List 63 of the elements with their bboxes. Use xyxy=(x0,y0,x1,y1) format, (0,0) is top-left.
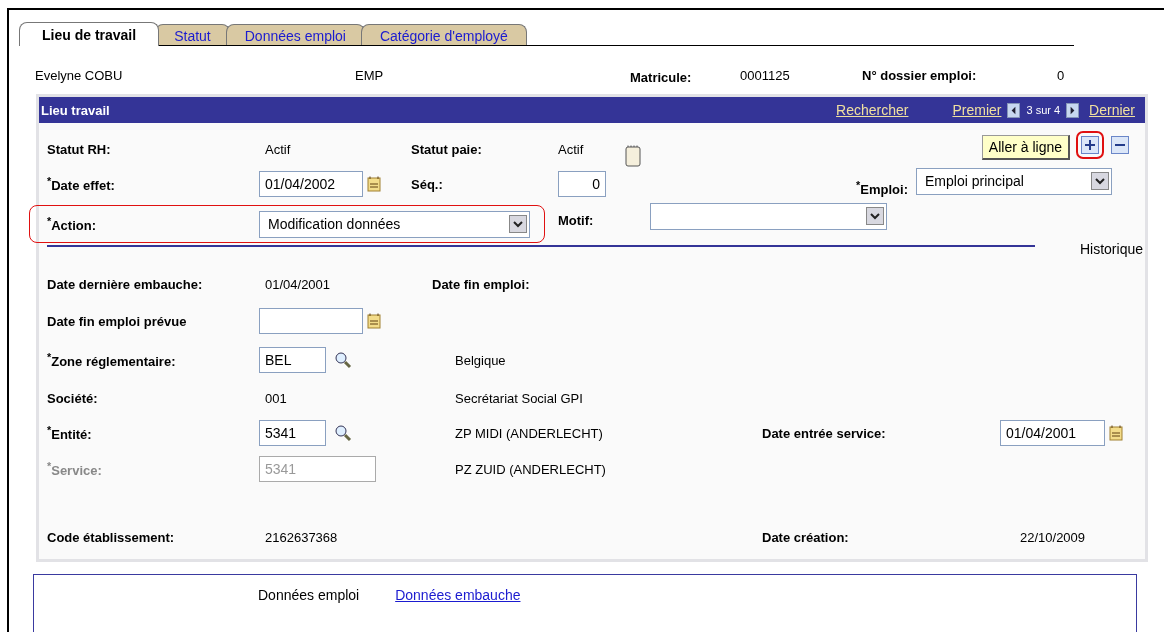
field-label: Date fin emploi prévue xyxy=(47,313,188,329)
date-field[interactable]: 01/04/2001 xyxy=(1000,420,1105,446)
field-label: Date dernière embauche: xyxy=(47,276,204,292)
dossier-label: N° dossier emploi: xyxy=(862,68,977,83)
reason-dropdown[interactable] xyxy=(650,202,887,230)
field-value: 22/10/2009 xyxy=(1020,529,1086,545)
action-dropdown[interactable]: Modification données xyxy=(259,210,530,238)
row-position: 3 sur 4 xyxy=(1026,104,1061,116)
delete-row-icon[interactable] xyxy=(1110,135,1130,155)
current-page-label: Données emploi xyxy=(258,587,360,603)
job-dropdown[interactable]: Emploi principal xyxy=(916,167,1112,195)
matricule-label: Matricule: xyxy=(630,70,692,85)
field-value: 001 xyxy=(264,390,288,406)
search-link[interactable]: Rechercher xyxy=(836,102,909,118)
field-label: Statut paie: xyxy=(411,141,483,157)
previous-icon[interactable] xyxy=(1007,102,1021,118)
tab[interactable]: Lieu de travail xyxy=(19,22,160,46)
next-icon[interactable] xyxy=(1066,102,1080,118)
field-label: $^{*}$Entité: xyxy=(47,423,93,443)
entity-field[interactable]: 5341 xyxy=(259,420,326,446)
employee-name: Evelyne COBU xyxy=(35,68,123,83)
field-label: Société: xyxy=(47,390,99,406)
field-label: $^{*}$Service: xyxy=(47,459,103,479)
field-description: Secrétariat Social GPI xyxy=(455,390,583,406)
panel-title: Lieu travail xyxy=(40,102,110,118)
field-description: PZ ZUID (ANDERLECHT) xyxy=(455,461,606,477)
field-label: Code établissement: xyxy=(47,529,176,545)
tab[interactable]: Catégorie d'employé xyxy=(360,24,527,46)
date-field[interactable]: 01/04/2002 xyxy=(259,171,363,197)
field-value: Actif xyxy=(264,141,292,157)
last-link[interactable]: Dernier xyxy=(1089,102,1135,118)
dossier-value: 0 xyxy=(1057,68,1065,83)
calendar-icon[interactable] xyxy=(1109,425,1123,441)
field-label: $^{*}$Emploi: xyxy=(856,178,908,198)
tooltip: Aller à ligne xyxy=(981,134,1070,160)
history-label: Historique xyxy=(1079,241,1144,257)
field-label: Date entrée service: xyxy=(762,425,887,441)
field-label: Statut RH: xyxy=(47,141,112,157)
record-type: EMP xyxy=(355,68,384,83)
field-description: Belgique xyxy=(455,352,506,368)
field-label: Motif: xyxy=(557,212,595,228)
calendar-icon[interactable] xyxy=(367,176,381,192)
first-link[interactable]: Premier xyxy=(952,102,1002,118)
field-value: 2162637368 xyxy=(264,529,339,545)
tab[interactable]: Données emploi xyxy=(225,24,365,46)
field-label: $^{*}$Date effet: xyxy=(47,174,116,194)
hire-data-link[interactable]: Données embauche xyxy=(395,587,521,603)
zone-field[interactable]: BEL xyxy=(259,347,326,373)
field-label: $^{*}$Zone réglementaire: xyxy=(47,350,177,370)
matricule-value: 0001125 xyxy=(740,68,790,83)
field-label: Date fin emploi: xyxy=(432,276,530,292)
calendar-icon[interactable] xyxy=(367,313,381,329)
notepad-icon[interactable] xyxy=(625,145,641,167)
field-label: $^{*}$Action: xyxy=(47,214,97,234)
search-icon[interactable] xyxy=(334,351,352,369)
field-label: Date création: xyxy=(762,529,850,545)
sequence-field[interactable]: 0 xyxy=(558,171,606,197)
field-description: ZP MIDI (ANDERLECHT) xyxy=(455,425,604,441)
field-value: Actif xyxy=(558,141,585,157)
field-label: Séq.: xyxy=(411,176,444,192)
field-value: 01/04/2001 xyxy=(264,276,332,292)
search-icon[interactable] xyxy=(334,424,352,442)
date-field[interactable] xyxy=(259,308,363,334)
